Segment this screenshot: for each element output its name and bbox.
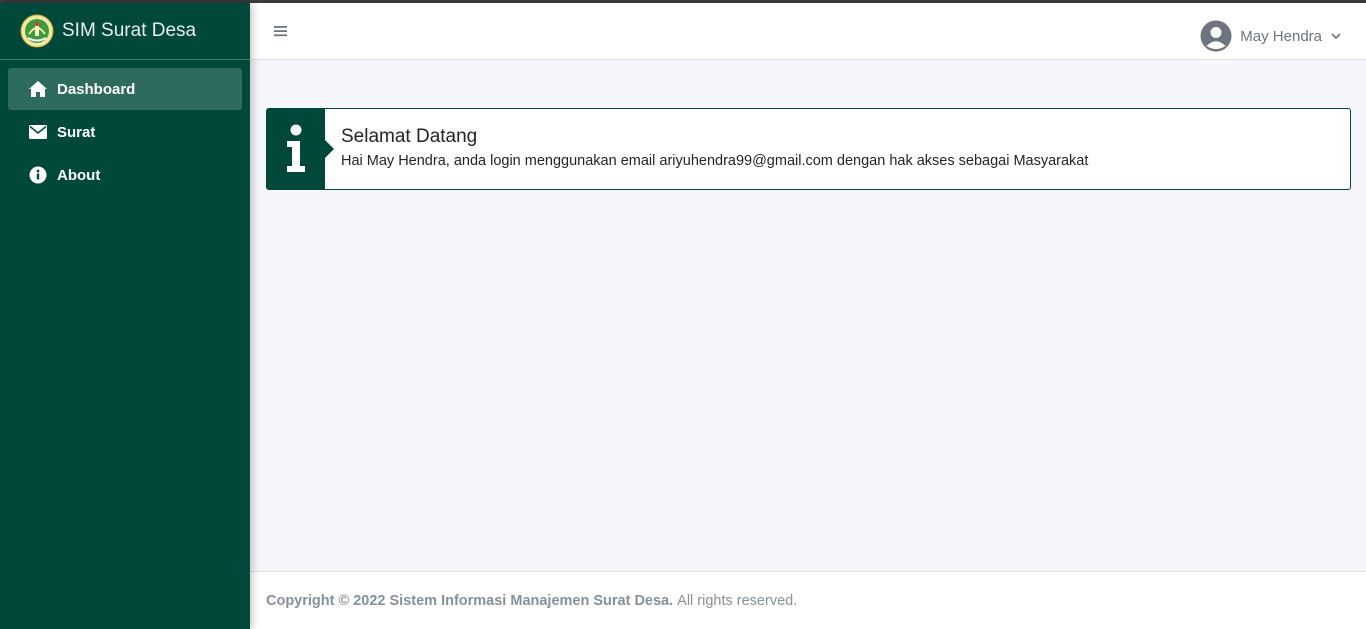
welcome-content: Selamat Datang Hai May Hendra, anda logi…: [325, 109, 1088, 189]
info-icon: [267, 109, 334, 189]
brand-link[interactable]: SIM Surat Desa: [0, 3, 250, 60]
sidebar-item-label: About: [57, 166, 101, 184]
sidebar-item-surat[interactable]: Surat: [8, 111, 242, 153]
sidebar-nav: Dashboard Surat About: [0, 60, 250, 205]
user-name: May Hendra: [1240, 27, 1322, 45]
sidebar-item-label: Dashboard: [57, 80, 136, 98]
hamburger-icon[interactable]: [273, 22, 289, 40]
footer: Copyright © 2022 Sistem Informasi Manaje…: [250, 571, 1366, 629]
brand-title: SIM Surat Desa: [62, 20, 197, 41]
top-navbar: May Hendra: [250, 3, 1366, 60]
sidebar-item-label: Surat: [57, 123, 96, 141]
welcome-title: Selamat Datang: [341, 126, 478, 147]
sidebar-item-dashboard[interactable]: Dashboard: [8, 68, 242, 110]
chevron-down-icon: [1331, 33, 1341, 40]
home-icon: [28, 79, 48, 99]
footer-copyright: Copyright © 2022 Sistem Informasi Manaje…: [266, 592, 674, 609]
user-menu[interactable]: May Hendra: [1200, 20, 1342, 52]
info-circle-icon: [28, 165, 48, 185]
village-emblem-icon: [20, 14, 54, 48]
user-circle-icon: [1200, 20, 1232, 52]
welcome-info-box: Selamat Datang Hai May Hendra, anda logi…: [266, 108, 1351, 190]
sidebar-item-about[interactable]: About: [8, 154, 242, 196]
sidebar: SIM Surat Desa Dashboard Surat About: [0, 3, 250, 629]
footer-rights: All rights reserved.: [677, 592, 798, 609]
welcome-message: Hai May Hendra, anda login menggunakan e…: [341, 153, 1089, 169]
envelope-icon: [28, 122, 48, 142]
